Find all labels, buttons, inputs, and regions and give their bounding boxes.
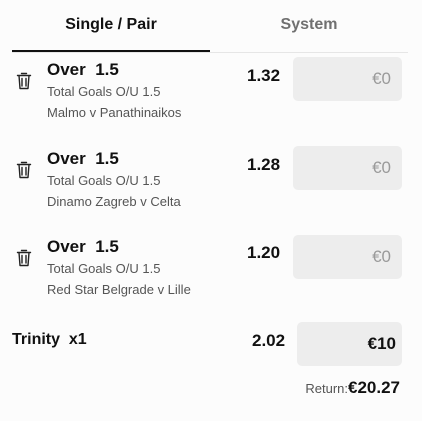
bet-selection: Over 1.5 Total Goals O/U 1.5 Dinamo Zagr… (0, 146, 422, 229)
stake-input[interactable]: €0 (293, 57, 402, 101)
stake-input[interactable]: €0 (293, 235, 402, 279)
trash-icon[interactable] (16, 161, 32, 179)
trash-icon[interactable] (16, 249, 32, 267)
selection-title: Over 1.5 (47, 60, 119, 79)
match-name: Dinamo Zagreb v Celta (47, 194, 181, 209)
match-name: Malmo v Panathinaikos (47, 105, 182, 120)
market-name: Total Goals O/U 1.5 (47, 173, 161, 188)
bet-type-tabs: Single / Pair System (0, 0, 422, 53)
return-value: €20.27 (348, 378, 400, 397)
selection-odds: 1.28 (247, 155, 281, 174)
trash-icon[interactable] (16, 72, 32, 90)
selection-odds: 1.20 (247, 243, 281, 262)
potential-return: Return:€20.27 (305, 378, 400, 398)
tabs-divider (12, 52, 408, 53)
combo-label: Trinity x1 (12, 331, 87, 348)
selection-title: Over 1.5 (47, 149, 119, 168)
combo-odds: 2.02 (252, 331, 286, 350)
bet-selection: Over 1.5 Total Goals O/U 1.5 Malmo v Pan… (0, 57, 422, 140)
stake-input[interactable]: €0 (293, 146, 402, 190)
bet-selection: Over 1.5 Total Goals O/U 1.5 Red Star Be… (0, 235, 422, 317)
selection-odds: 1.32 (247, 66, 281, 85)
tab-single-pair[interactable]: Single / Pair (12, 0, 210, 52)
market-name: Total Goals O/U 1.5 (47, 84, 161, 99)
match-name: Red Star Belgrade v Lille (47, 282, 191, 297)
combo-stake-input[interactable]: €10 (297, 322, 402, 366)
selection-title: Over 1.5 (47, 237, 119, 256)
tab-system[interactable]: System (210, 0, 408, 50)
return-label: Return: (305, 381, 348, 396)
market-name: Total Goals O/U 1.5 (47, 261, 161, 276)
